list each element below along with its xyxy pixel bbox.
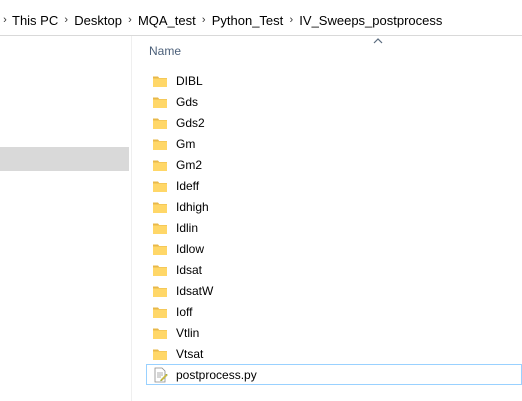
folder-icon: [153, 223, 167, 234]
list-item-folder[interactable]: Gds2: [146, 112, 522, 133]
address-bar[interactable]: › This PC › Desktop › MQA_test › Python_…: [0, 0, 522, 36]
list-item-folder[interactable]: Idhigh: [146, 196, 522, 217]
folder-icon: [153, 307, 167, 318]
file-name: Gds: [176, 94, 199, 109]
list-item-folder[interactable]: Idlin: [146, 217, 522, 238]
breadcrumb-separator[interactable]: ›: [60, 14, 72, 26]
breadcrumb: › This PC › Desktop › MQA_test › Python_…: [0, 9, 444, 31]
list-item-folder[interactable]: Idlow: [146, 238, 522, 259]
file-list: DIBL Gds Gds2 Gm Gm2 Ideff Idhigh Idlin …: [146, 70, 522, 385]
folder-icon: [153, 202, 167, 213]
list-item-python-file[interactable]: postprocess.py: [146, 364, 522, 385]
breadcrumb-separator[interactable]: ›: [285, 14, 297, 26]
folder-icon: [153, 97, 167, 108]
list-item-folder[interactable]: DIBL: [146, 70, 522, 91]
python-file-icon: [154, 367, 168, 382]
breadcrumb-iv-sweeps-postprocess[interactable]: IV_Sweeps_postprocess: [297, 13, 444, 28]
breadcrumb-desktop[interactable]: Desktop: [72, 13, 124, 28]
chevron-up-icon: [373, 38, 383, 44]
folder-icon: [153, 328, 167, 339]
file-name: Ioff: [176, 304, 193, 319]
breadcrumb-python-test[interactable]: Python_Test: [210, 13, 286, 28]
file-name: Ideff: [176, 178, 200, 193]
folder-icon: [153, 181, 167, 192]
list-item-folder[interactable]: Idsat: [146, 259, 522, 280]
list-item-folder[interactable]: Gm2: [146, 154, 522, 175]
list-item-folder[interactable]: Ideff: [146, 175, 522, 196]
file-name: Idsat: [176, 262, 203, 277]
breadcrumb-this-pc[interactable]: This PC: [10, 13, 60, 28]
folder-icon: [153, 265, 167, 276]
list-item-folder[interactable]: Gm: [146, 133, 522, 154]
breadcrumb-separator[interactable]: ›: [0, 14, 10, 26]
folder-icon: [153, 76, 167, 87]
breadcrumb-separator[interactable]: ›: [198, 14, 210, 26]
file-name: Vtlin: [176, 325, 200, 340]
folder-icon: [153, 286, 167, 297]
list-item-folder[interactable]: Gds: [146, 91, 522, 112]
file-name: Idlin: [176, 220, 199, 235]
pane-divider[interactable]: [131, 36, 132, 401]
list-item-folder[interactable]: Vtlin: [146, 322, 522, 343]
file-name: Gm: [176, 136, 196, 151]
list-item-folder[interactable]: IdsatW: [146, 280, 522, 301]
file-name: Vtsat: [176, 346, 204, 361]
file-name: Idlow: [176, 241, 205, 256]
list-item-folder[interactable]: Vtsat: [146, 343, 522, 364]
file-name: postprocess.py: [176, 367, 257, 382]
folder-icon: [153, 118, 167, 129]
folder-icon: [153, 349, 167, 360]
column-header-name[interactable]: Name: [149, 44, 181, 58]
folder-icon: [153, 160, 167, 171]
file-name: Gm2: [176, 157, 203, 172]
folder-icon: [153, 244, 167, 255]
file-name: IdsatW: [176, 283, 214, 298]
navigation-pane-selected-item[interactable]: [0, 147, 129, 171]
list-item-folder[interactable]: Ioff: [146, 301, 522, 322]
navigation-pane[interactable]: [0, 36, 129, 401]
file-name: Gds2: [176, 115, 205, 130]
breadcrumb-separator[interactable]: ›: [124, 14, 136, 26]
folder-icon: [153, 139, 167, 150]
file-name: DIBL: [176, 73, 203, 88]
breadcrumb-mqa-test[interactable]: MQA_test: [136, 13, 198, 28]
file-name: Idhigh: [176, 199, 209, 214]
